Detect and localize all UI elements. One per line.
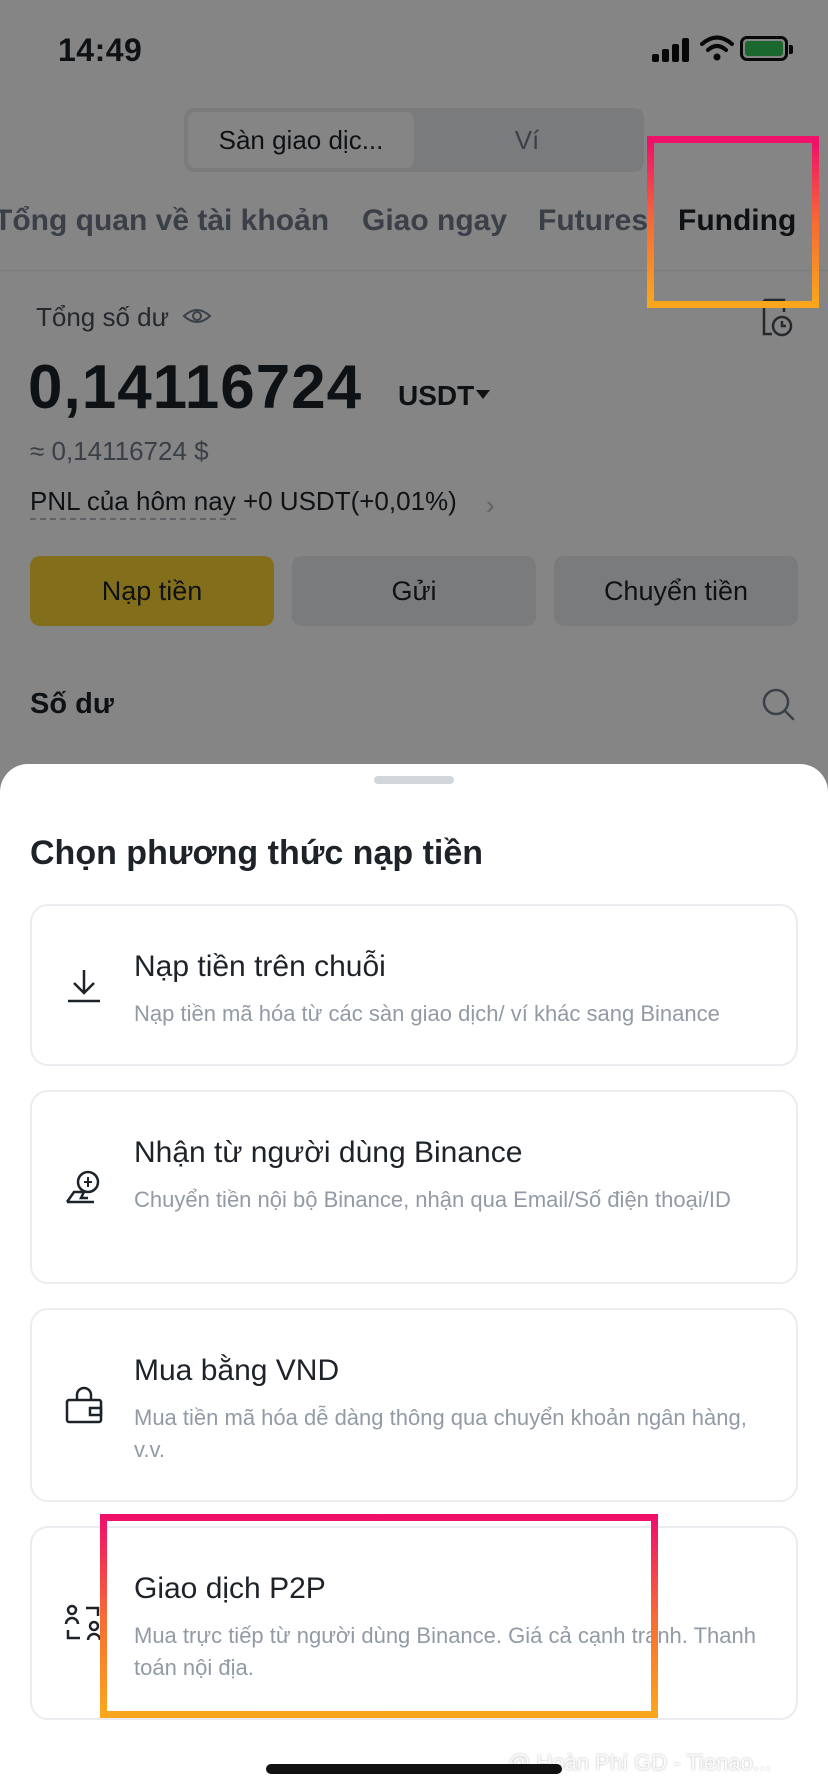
option-title: Nạp tiền trên chuỗi	[134, 950, 386, 983]
sheet-grabber[interactable]	[374, 776, 454, 784]
option-title: Nhận từ người dùng Binance	[134, 1136, 523, 1169]
p2p-icon	[64, 1604, 102, 1641]
option-description: Chuyển tiền nội bộ Binance, nhận qua Ema…	[134, 1187, 731, 1212]
sheet-title: Chọn phương thức nạp tiền	[30, 834, 484, 872]
download-icon	[68, 970, 100, 1003]
option-description: Mua tiền mã hóa dễ dàng thông qua chuyển…	[134, 1405, 747, 1462]
highlight-funding-tab	[647, 136, 819, 308]
option-title: Mua bằng VND	[134, 1354, 340, 1387]
app-screen: 14:49 Sàn giao dịc... Ví Tổng quan về tà…	[0, 0, 828, 1792]
receive-icon	[65, 1170, 100, 1204]
highlight-p2p-option	[100, 1514, 658, 1718]
home-indicator[interactable]	[266, 1764, 562, 1774]
option-buy-with-vnd[interactable]: Mua bằng VND Mua tiền mã hóa dễ dàng thô…	[30, 1308, 798, 1502]
option-receive-from-binance-user[interactable]: Nhận từ người dùng Binance Chuyển tiền n…	[30, 1090, 798, 1284]
wallet-lock-icon	[65, 1386, 103, 1424]
option-onchain-deposit[interactable]: Nạp tiền trên chuỗi Nạp tiền mã hóa từ c…	[30, 904, 798, 1066]
option-description: Nạp tiền mã hóa từ các sàn giao dịch/ ví…	[134, 1001, 720, 1026]
